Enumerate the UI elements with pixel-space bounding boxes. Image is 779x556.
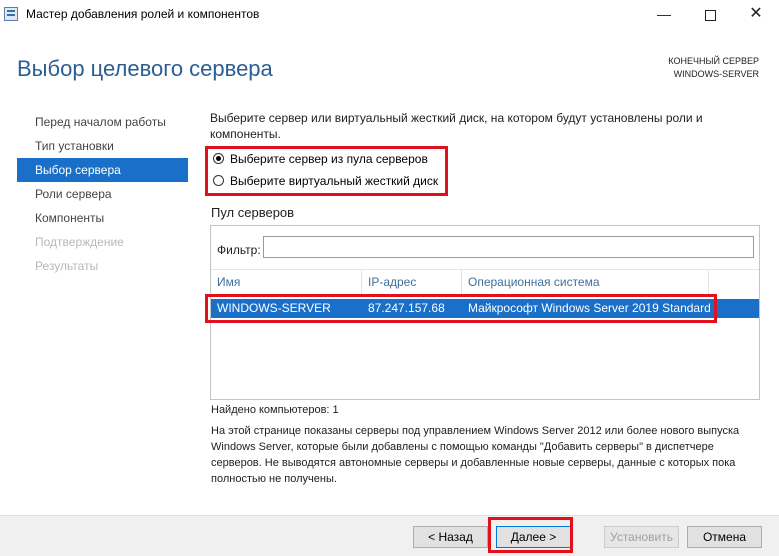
- column-header-os[interactable]: Операционная система: [462, 270, 709, 294]
- column-header-name[interactable]: Имя: [211, 270, 362, 294]
- back-button[interactable]: < Назад: [413, 526, 488, 548]
- window-title: Мастер добавления ролей и компонентов: [26, 7, 260, 21]
- cancel-button[interactable]: Отмена: [687, 526, 762, 548]
- highlight-frame-next-button: [488, 517, 573, 553]
- filter-input[interactable]: [263, 236, 754, 258]
- nav-item-confirmation: Подтверждение: [35, 235, 124, 249]
- server-table-header: Имя IP-адрес Операционная система: [211, 269, 759, 294]
- nav-item-installation-type[interactable]: Тип установки: [17, 134, 188, 158]
- minimize-button[interactable]: —: [641, 0, 687, 30]
- selection-description: Выберите сервер или виртуальный жесткий …: [210, 111, 703, 141]
- title-bar: Мастер добавления ролей и компонентов — …: [0, 0, 779, 30]
- nav-item-server-roles[interactable]: Роли сервера: [17, 182, 188, 206]
- install-button: Установить: [604, 526, 679, 548]
- wizard-header: Выбор целевого сервера КОНЕЧНЫЙ СЕРВЕР W…: [0, 30, 779, 100]
- close-button[interactable]: ✕: [733, 0, 779, 30]
- wizard-steps-nav: Перед началом работы Тип установки Выбор…: [17, 110, 188, 278]
- minimize-icon: —: [657, 6, 671, 22]
- wizard-app-icon: [4, 7, 18, 21]
- highlight-frame-options: [205, 146, 448, 196]
- destination-server-name: WINDOWS-SERVER: [673, 69, 759, 79]
- maximize-button[interactable]: [687, 0, 733, 30]
- close-icon: ✕: [749, 5, 763, 22]
- destination-label: КОНЕЧНЫЙ СЕРВЕР: [668, 56, 759, 66]
- nav-item-results: Результаты: [35, 259, 99, 273]
- maximize-icon: [704, 9, 716, 21]
- server-pool-title: Пул серверов: [211, 205, 295, 220]
- wizard-footer: < Назад Далее > Установить Отмена: [0, 515, 779, 556]
- nav-item-features[interactable]: Компоненты: [17, 206, 188, 230]
- destination-server-info: КОНЕЧНЫЙ СЕРВЕР WINDOWS-SERVER: [668, 55, 759, 81]
- nav-item-server-selection[interactable]: Выбор сервера: [17, 158, 188, 182]
- column-header-ip[interactable]: IP-адрес: [362, 270, 462, 294]
- highlight-frame-server-row: [205, 294, 717, 323]
- filter-label: Фильтр:: [217, 243, 261, 257]
- found-count: Найдено компьютеров: 1: [211, 404, 339, 416]
- page-title: Выбор целевого сервера: [17, 56, 273, 81]
- nav-item-before-you-begin[interactable]: Перед началом работы: [17, 110, 188, 134]
- pool-info-text: На этой странице показаны серверы под уп…: [211, 425, 740, 485]
